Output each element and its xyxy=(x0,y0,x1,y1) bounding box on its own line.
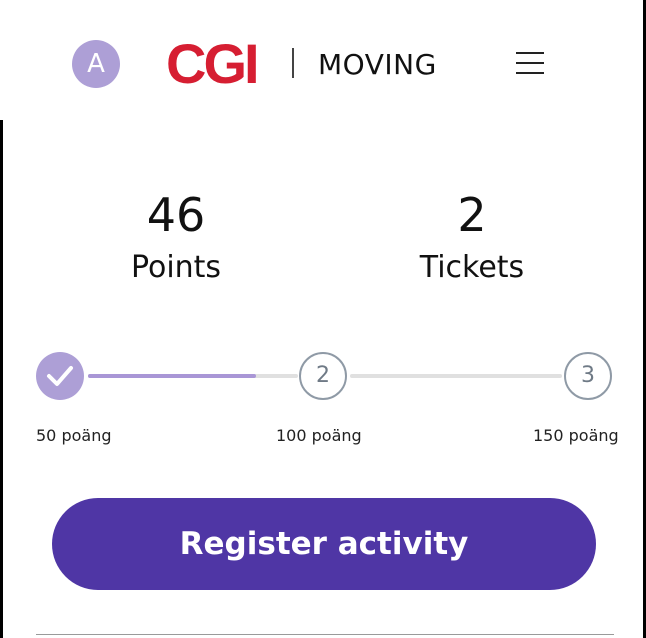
user-avatar[interactable]: A xyxy=(72,40,120,88)
bottom-divider xyxy=(36,634,614,635)
points-value: 46 xyxy=(146,188,206,242)
tickets-stat: 2 Tickets xyxy=(362,186,582,290)
cgi-logo: CGI xyxy=(166,32,260,95)
hamburger-menu-icon[interactable] xyxy=(514,50,546,76)
milestone-2: 2 xyxy=(299,352,347,400)
checkmark-icon xyxy=(47,366,73,386)
app-name: MOVING xyxy=(318,48,437,81)
left-edge-border xyxy=(0,120,3,638)
milestone-3: 3 xyxy=(564,352,612,400)
progress-fill xyxy=(88,374,256,378)
points-stat: 46 Points xyxy=(66,186,286,290)
milestone-3-label: 150 poäng xyxy=(533,426,619,445)
progress-track-segment-2 xyxy=(350,374,562,378)
tickets-label: Tickets xyxy=(419,250,525,285)
points-label: Points xyxy=(130,250,222,285)
tickets-value: 2 xyxy=(457,188,487,242)
milestone-1-completed xyxy=(36,352,84,400)
milestone-2-label: 100 poäng xyxy=(276,426,362,445)
register-activity-button[interactable]: Register activity xyxy=(52,498,596,590)
brand-divider xyxy=(292,48,294,78)
milestone-1-label: 50 poäng xyxy=(36,426,112,445)
